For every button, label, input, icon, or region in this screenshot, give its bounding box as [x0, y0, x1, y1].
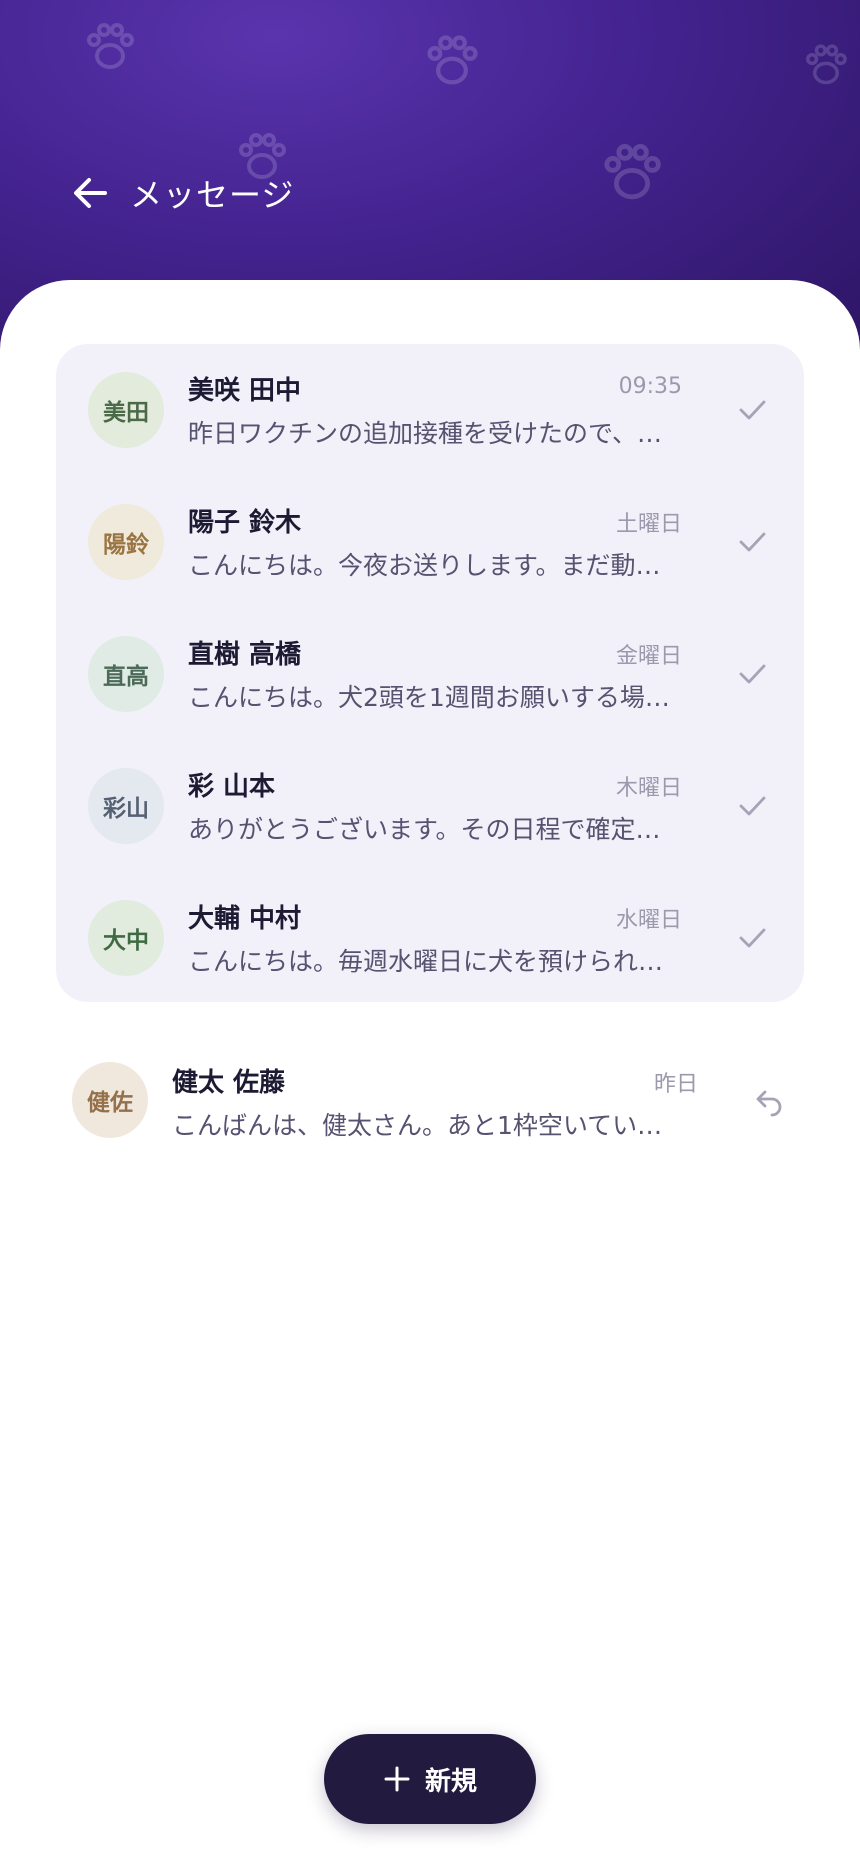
header-bar: メッセージ: [68, 168, 294, 218]
new-message-button[interactable]: 新規: [324, 1734, 536, 1824]
contact-name: 陽子 鈴木: [188, 508, 302, 538]
arrow-left-icon: [74, 178, 107, 208]
conversation-row[interactable]: 彩山 彩 山本 木曜日 ありがとうございます。その日程で確定…: [56, 740, 804, 872]
message-preview: 昨日ワクチンの追加接種を受けたので、…: [188, 419, 663, 448]
check-icon: [732, 522, 772, 562]
avatar: 健佐: [72, 1062, 148, 1138]
conversation-group: 美田 美咲 田中 09:35 昨日ワクチンの追加接種を受けたので、… 陽鈴 陽子…: [56, 344, 804, 1002]
contact-name: 健太 佐藤: [172, 1068, 286, 1098]
message-time: 昨日: [653, 1072, 698, 1097]
message-time: 土曜日: [615, 512, 682, 537]
conversation-row[interactable]: 陽鈴 陽子 鈴木 土曜日 こんにちは。今夜お送りします。まだ動…: [56, 476, 804, 608]
avatar: 彩山: [88, 768, 164, 844]
message-time: 水曜日: [615, 908, 682, 933]
page-title: メッセージ: [130, 176, 295, 214]
check-icon: [732, 918, 772, 958]
check-icon: [732, 390, 772, 430]
paw-print-icon: [427, 35, 478, 85]
contact-name: 美咲 田中: [188, 376, 302, 406]
message-preview: ありがとうございます。その日程で確定…: [188, 815, 661, 844]
conversation-row[interactable]: 大中 大輔 中村 水曜日 こんにちは。毎週水曜日に犬を預けられ…: [56, 872, 804, 1004]
message-preview: こんにちは。犬2頭を1週間お願いする場…: [188, 683, 670, 712]
paw-print-icon: [604, 144, 661, 200]
avatar: 美田: [88, 372, 164, 448]
new-message-label: 新規: [424, 1766, 477, 1797]
check-icon: [732, 786, 772, 826]
paw-print-icon: [87, 23, 134, 69]
check-icon: [732, 654, 772, 694]
avatar: 陽鈴: [88, 504, 164, 580]
message-time: 09:35: [618, 374, 682, 399]
avatar: 大中: [88, 900, 164, 976]
message-preview: こんばんは、健太さん。あと1枠空いてい…: [172, 1111, 663, 1140]
contact-name: 大輔 中村: [188, 904, 302, 934]
reply-icon[interactable]: [748, 1082, 788, 1122]
paw-print-icon: [806, 44, 847, 85]
message-time: 木曜日: [615, 776, 682, 801]
contact-name: 彩 山本: [188, 772, 276, 802]
conversation-row[interactable]: 美田 美咲 田中 09:35 昨日ワクチンの追加接種を受けたので、…: [56, 344, 804, 476]
conversation-row[interactable]: 健佐 健太 佐藤 昨日 こんばんは、健太さん。あと1枠空いてい…: [56, 1036, 804, 1166]
avatar: 直高: [88, 636, 164, 712]
message-preview: こんにちは。今夜お送りします。まだ動…: [188, 551, 661, 580]
conversation-row[interactable]: 直高 直樹 高橋 金曜日 こんにちは。犬2頭を1週間お願いする場…: [56, 608, 804, 740]
back-button[interactable]: [68, 171, 112, 215]
messages-screen: メッセージ 美田 美咲 田中 09:35 昨日ワクチンの追加接種を受けたので、……: [0, 0, 860, 1864]
plus-icon: [384, 1766, 410, 1792]
contact-name: 直樹 高橋: [188, 640, 302, 670]
message-preview: こんにちは。毎週水曜日に犬を預けられ…: [188, 947, 664, 976]
message-time: 金曜日: [615, 644, 682, 669]
